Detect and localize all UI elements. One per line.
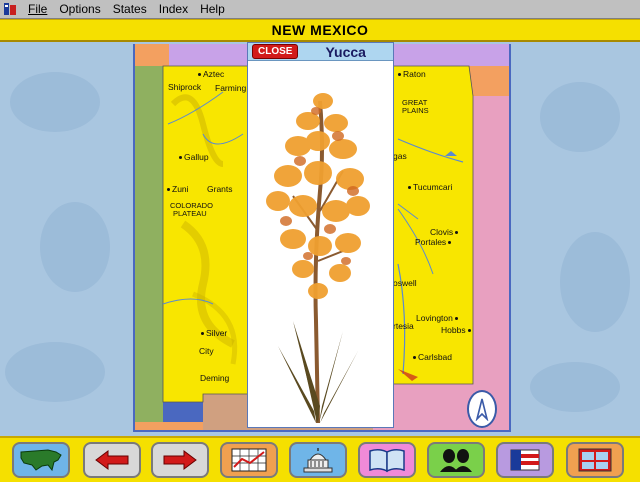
book-button[interactable]	[358, 442, 416, 478]
label-grants: Grants	[207, 184, 233, 194]
label-raton: Raton	[398, 70, 426, 79]
left-arrow-icon	[95, 450, 129, 470]
window-icon	[578, 448, 612, 472]
label-great-plains-2: PLAINS	[402, 106, 429, 115]
label-artesia: rtesia	[393, 321, 414, 331]
label-roswell: oswell	[393, 278, 417, 288]
popup-header: CLOSE Yucca	[248, 43, 393, 61]
window-button[interactable]	[566, 442, 624, 478]
label-gallup: Gallup	[179, 153, 209, 162]
menu-states[interactable]: States	[107, 2, 153, 16]
menu-help[interactable]: Help	[194, 2, 231, 16]
compass-icon[interactable]	[467, 390, 497, 428]
people-button[interactable]	[427, 442, 485, 478]
label-hobbs: Hobbs	[441, 326, 471, 335]
state-title-bar: NEW MEXICO	[0, 19, 640, 42]
label-las-vegas: gas	[393, 151, 407, 161]
statistics-button[interactable]	[220, 442, 278, 478]
menu-file-label: File	[28, 2, 48, 16]
label-portales: Portales	[415, 238, 451, 247]
label-silver-city-2: City	[199, 346, 214, 356]
label-tucumcari: Tucumcari	[408, 183, 452, 192]
label-shiprock: Shiprock	[168, 82, 202, 92]
label-lovington: Lovington	[416, 314, 458, 323]
close-button[interactable]: CLOSE	[252, 44, 299, 59]
popup-title: Yucca	[325, 43, 366, 60]
menu-options[interactable]: Options	[53, 2, 106, 16]
usa-map-icon	[20, 449, 62, 472]
chart-icon	[231, 448, 267, 472]
label-aztec: Aztec	[198, 70, 224, 79]
yucca-image	[248, 61, 393, 427]
menu-file[interactable]: File	[22, 2, 53, 16]
flag-button[interactable]	[496, 442, 554, 478]
usa-map-button[interactable]	[12, 442, 70, 478]
info-popup: CLOSE Yucca	[247, 42, 394, 428]
book-icon	[369, 448, 405, 473]
menu-index-label: Index	[158, 2, 189, 16]
label-farmington: Farming	[215, 83, 247, 93]
forward-button[interactable]	[151, 442, 209, 478]
label-colorado-2: PLATEAU	[173, 209, 207, 218]
label-silver-city-1: Silver	[201, 329, 227, 338]
capitol-button[interactable]	[289, 442, 347, 478]
menu-states-label: States	[112, 2, 147, 16]
menu-index[interactable]: Index	[153, 2, 194, 16]
label-clovis: Clovis	[430, 228, 458, 237]
label-carlsbad: Carlsbad	[413, 353, 452, 362]
back-button[interactable]	[83, 442, 141, 478]
app-icon[interactable]	[2, 1, 18, 17]
menu-help-label: Help	[200, 2, 225, 16]
capitol-icon	[303, 448, 333, 473]
label-deming: Deming	[200, 373, 230, 383]
state-title: NEW MEXICO	[271, 22, 369, 38]
menu-options-label: Options	[59, 2, 101, 16]
menu-bar: File Options States Index Help	[0, 0, 640, 19]
bottom-toolbar	[0, 436, 640, 482]
right-arrow-icon	[163, 450, 197, 470]
label-zuni: Zuni	[167, 185, 189, 194]
flag-icon	[510, 449, 540, 471]
people-icon	[440, 449, 472, 472]
